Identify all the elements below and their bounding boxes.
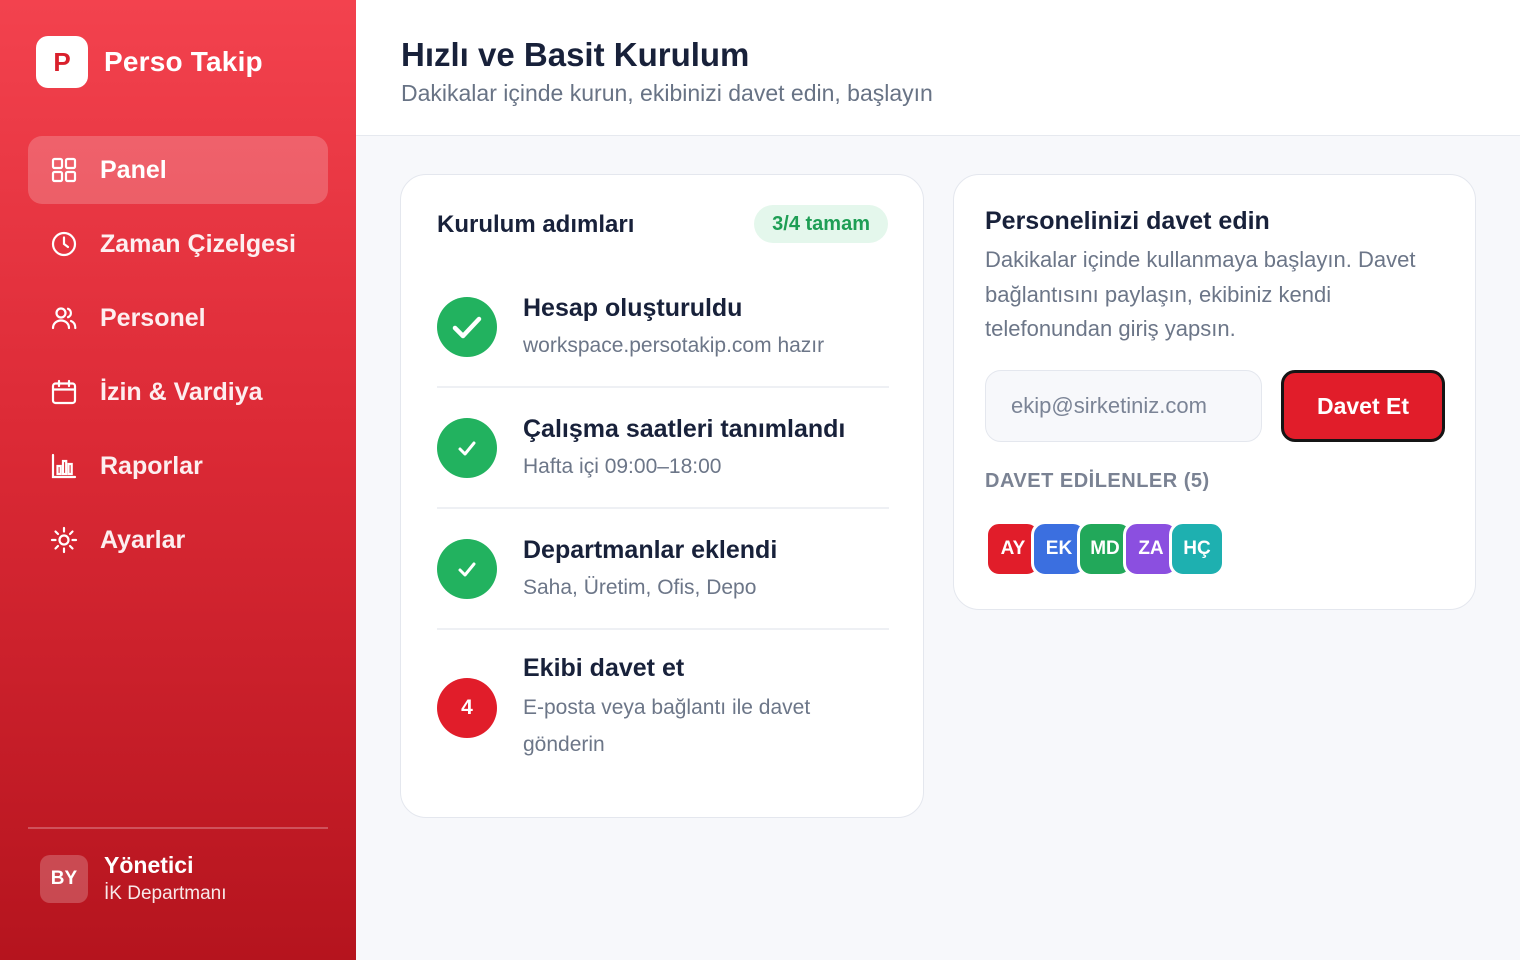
step-title: Hesap oluşturuldu <box>523 294 743 322</box>
card-title: Kurulum adımları <box>437 211 635 238</box>
step-number-badge: 4 <box>437 678 497 738</box>
user-name: Yönetici <box>104 852 194 878</box>
status-badge: 3/4 tamam <box>754 205 888 243</box>
setup-step-3: Departmanlar eklendi Saha, Üretim, Ofis,… <box>437 536 889 629</box>
invited-label: DAVET EDİLENLER (5) <box>985 470 1210 492</box>
step-description: Hafta içi 09:00–18:00 <box>523 455 722 478</box>
page-header: Hızlı ve Basit Kurulum Dakikalar içinde … <box>356 0 1520 136</box>
brand[interactable]: P Perso Takip <box>36 36 263 88</box>
sidebar-item-settings[interactable]: Ayarlar <box>28 506 328 574</box>
sidebar-divider <box>28 827 328 829</box>
check-icon <box>437 539 497 599</box>
step-title: Çalışma saatleri tanımlandı <box>523 415 846 443</box>
invite-button[interactable]: Davet Et <box>1281 370 1445 442</box>
step-description: Saha, Üretim, Ofis, Depo <box>523 576 757 599</box>
calendar-icon <box>50 378 78 406</box>
bar-chart-icon <box>50 452 78 480</box>
divider <box>437 628 889 630</box>
clock-icon <box>50 230 78 258</box>
sidebar-item-label: Zaman Çizelgesi <box>100 229 296 258</box>
sidebar-item-panel[interactable]: Panel <box>28 136 328 204</box>
card-title: Personelinizi davet edin <box>985 207 1270 235</box>
user-role: İK Departmanı <box>104 883 227 904</box>
page-subtitle: Dakikalar içinde kurun, ekibinizi davet … <box>401 80 933 106</box>
divider <box>437 507 889 509</box>
divider <box>437 386 889 388</box>
step-title: Ekibi davet et <box>523 654 685 682</box>
user-profile[interactable]: BY Yönetici İK Departmanı <box>40 852 227 905</box>
setup-step-1: Hesap oluşturuldu workspace.persotakip.c… <box>437 294 889 387</box>
brand-name: Perso Takip <box>104 46 263 77</box>
sidebar-item-label: Panel <box>100 155 167 184</box>
sidebar: P Perso Takip Panel Zaman Çizelgesi Pers… <box>0 0 356 960</box>
sidebar-item-reports[interactable]: Raporlar <box>28 432 328 500</box>
setup-steps-card: Kurulum adımları 3/4 tamam Hesap oluştur… <box>400 174 924 818</box>
sidebar-item-leave-shift[interactable]: İzin & Vardiya <box>28 358 328 426</box>
check-icon <box>437 297 497 357</box>
setup-step-4[interactable]: 4 Ekibi davet et E-posta veya bağlantı i… <box>437 654 889 768</box>
grid-icon <box>50 156 78 184</box>
invited-avatars: AY EK MD ZA HÇ <box>985 521 1235 577</box>
step-title: Departmanlar eklendi <box>523 536 778 564</box>
brand-logo: P <box>36 36 88 88</box>
page-title: Hızlı ve Basit Kurulum <box>401 36 750 73</box>
check-icon <box>437 418 497 478</box>
avatar: HÇ <box>1169 521 1225 577</box>
users-icon <box>50 304 78 332</box>
sidebar-item-label: Ayarlar <box>100 525 186 554</box>
sun-gear-icon <box>50 526 78 554</box>
sidebar-nav: Panel Zaman Çizelgesi Personel İzin & Va… <box>28 136 328 580</box>
sidebar-item-label: Personel <box>100 303 206 332</box>
sidebar-item-label: İzin & Vardiya <box>100 377 263 406</box>
sidebar-item-label: Raporlar <box>100 451 203 480</box>
sidebar-item-personnel[interactable]: Personel <box>28 284 328 352</box>
step-description: E-posta veya bağlantı ile davet gönderin <box>523 696 811 756</box>
invite-card: Personelinizi davet edin Dakikalar içind… <box>953 174 1476 610</box>
card-description: Dakikalar içinde kullanmaya başlayın. Da… <box>985 247 1416 341</box>
email-input[interactable] <box>985 370 1262 442</box>
avatar: BY <box>40 854 88 903</box>
setup-step-2: Çalışma saatleri tanımlandı Hafta içi 09… <box>437 415 889 508</box>
step-description: workspace.persotakip.com hazır <box>523 334 825 357</box>
sidebar-item-timesheet[interactable]: Zaman Çizelgesi <box>28 210 328 278</box>
